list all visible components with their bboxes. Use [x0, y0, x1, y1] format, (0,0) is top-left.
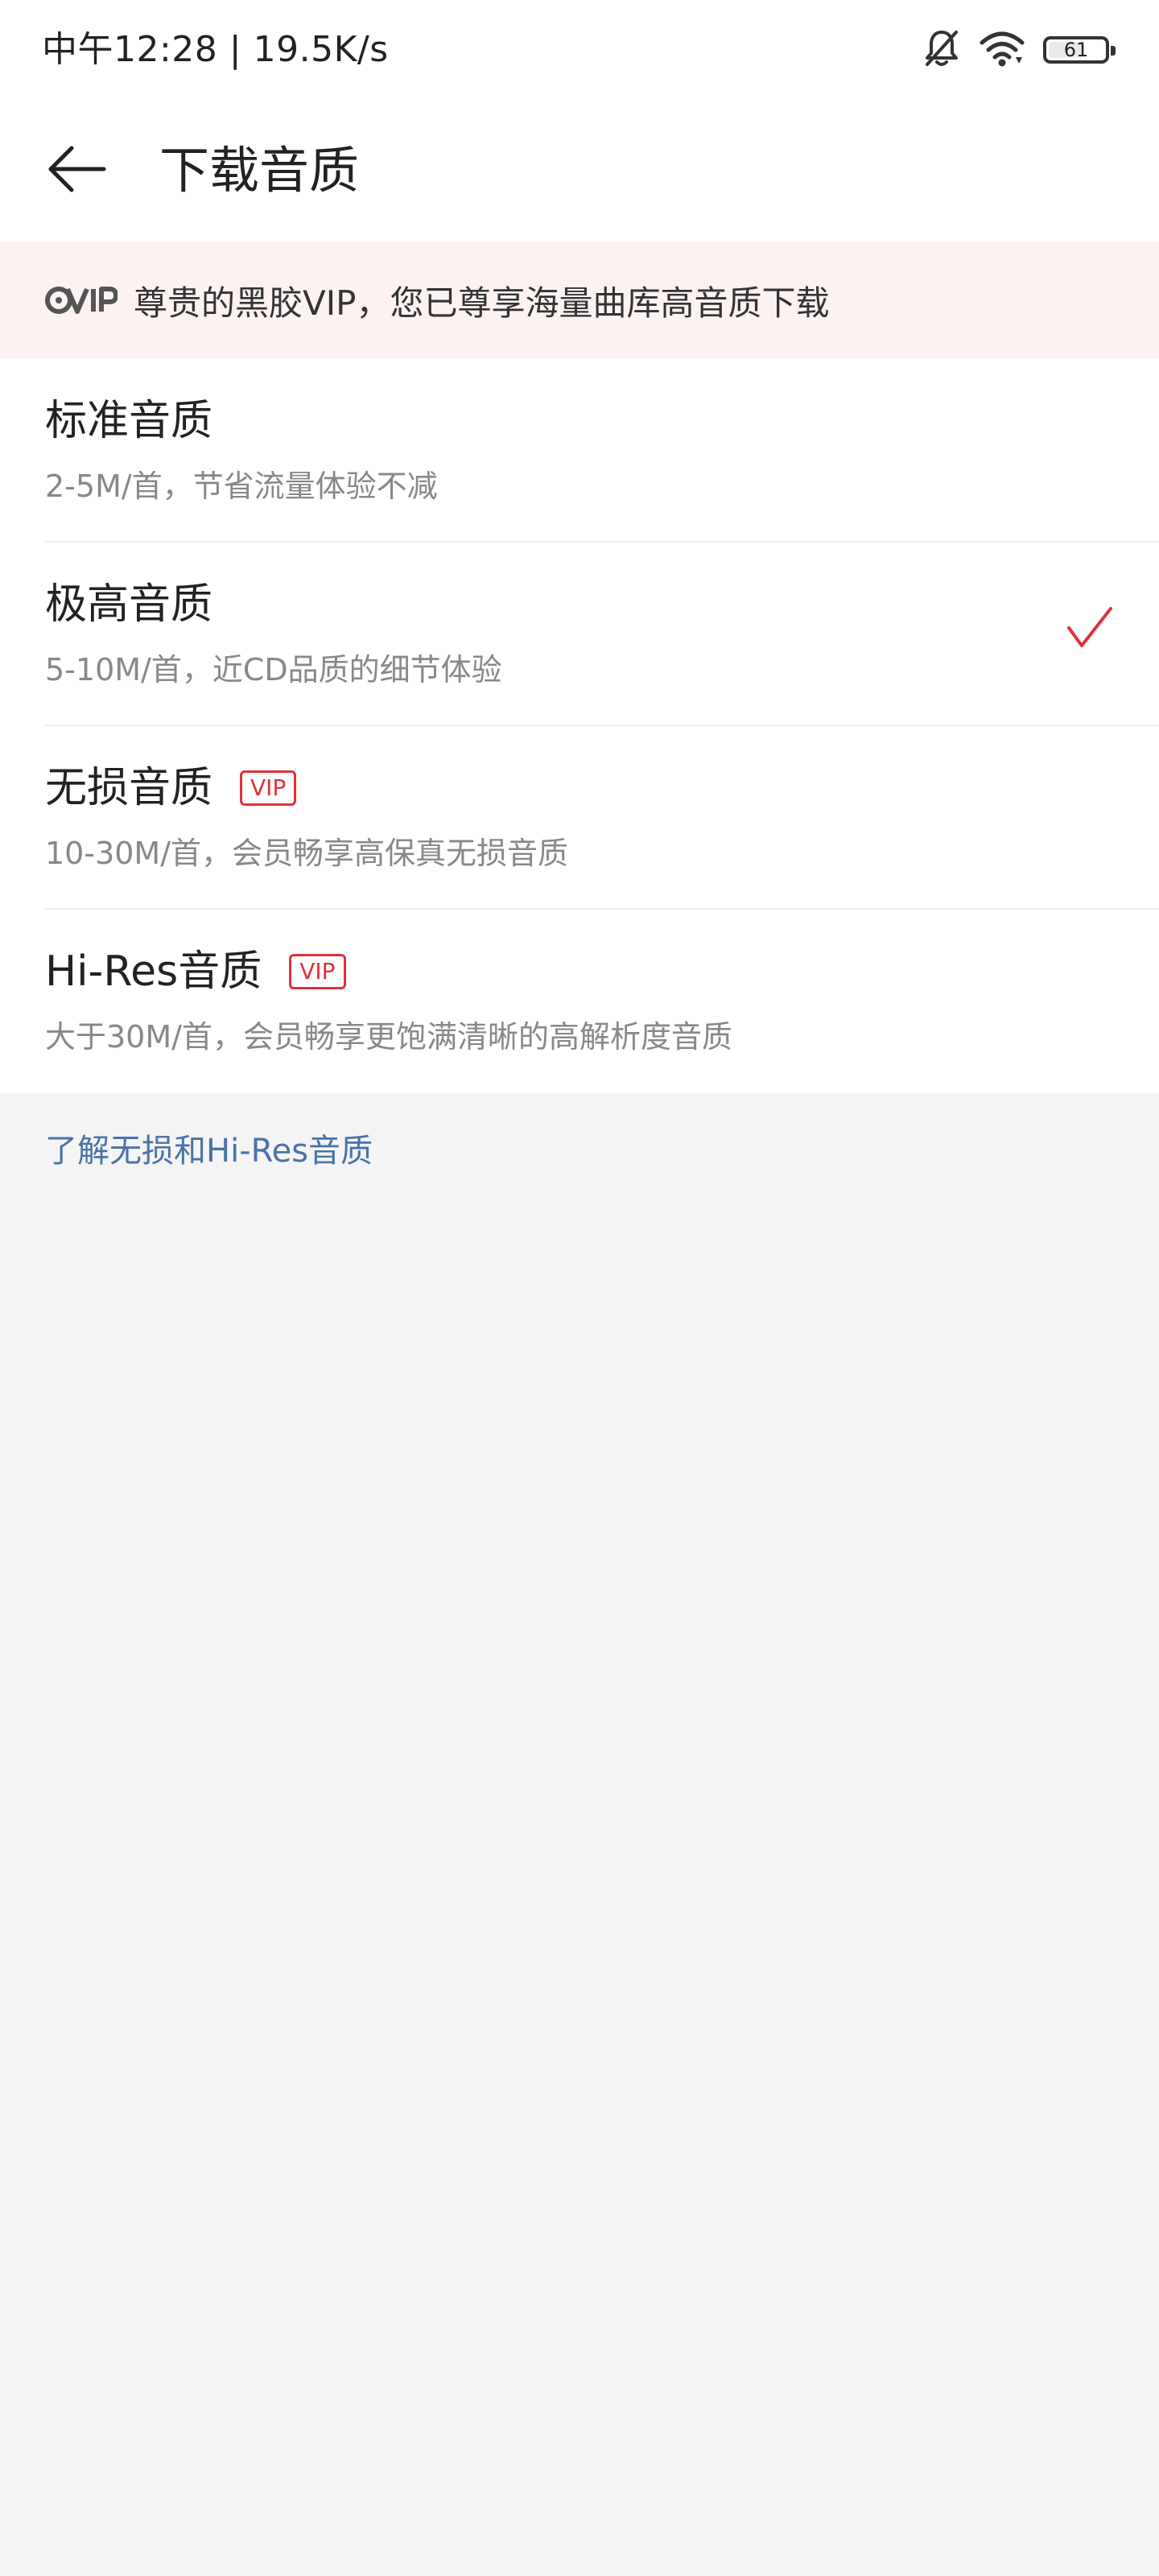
- quality-option-hi-res[interactable]: Hi-Res音质 VIP 大于30M/首，会员畅享更饱满清晰的高解析度音质: [0, 910, 1159, 1093]
- option-desc: 5-10M/首，近CD品质的细节体验: [45, 652, 502, 687]
- quality-option-standard[interactable]: 标准音质 2-5M/首，节省流量体验不减: [0, 359, 1159, 543]
- top-area: 中午12:28 | 19.5K/s 61 下载音质: [0, 0, 1159, 242]
- wifi-icon: [979, 30, 1025, 70]
- vip-logo: [45, 284, 118, 316]
- status-time: 中午12:28 | 19.5K/s: [42, 29, 389, 70]
- page-title: 下载音质: [159, 141, 360, 200]
- vip-badge: VIP: [240, 770, 297, 806]
- option-title: 极高音质: [45, 580, 213, 629]
- vip-badge: VIP: [289, 954, 346, 989]
- option-title: Hi-Res音质: [45, 947, 262, 996]
- learn-more-link[interactable]: 了解无损和Hi-Res音质: [45, 1127, 373, 1175]
- status-icons: 61: [922, 24, 1116, 76]
- check-icon: [1066, 605, 1114, 654]
- option-desc: 大于30M/首，会员畅享更饱满清晰的高解析度音质: [45, 1019, 732, 1055]
- quality-options-list: 标准音质 2-5M/首，节省流量体验不减 极高音质 5-10M/首，近CD品质的…: [0, 359, 1159, 1093]
- arrow-left-icon: [46, 143, 107, 198]
- option-desc: 2-5M/首，节省流量体验不减: [45, 469, 438, 504]
- status-bar: 中午12:28 | 19.5K/s 61: [0, 0, 1159, 100]
- vip-banner: 尊贵的黑胶VIP，您已尊享海量曲库高音质下载: [0, 242, 1159, 359]
- option-title: 标准音质: [45, 397, 213, 445]
- quality-option-very-high[interactable]: 极高音质 5-10M/首，近CD品质的细节体验: [0, 543, 1159, 726]
- battery-level: 61: [1063, 39, 1089, 61]
- quality-option-lossless[interactable]: 无损音质 VIP 10-30M/首，会员畅享高保真无损音质: [0, 726, 1159, 910]
- header: 下载音质: [0, 100, 1159, 242]
- bell-off-icon: [922, 27, 961, 72]
- vip-banner-text: 尊贵的黑胶VIP，您已尊享海量曲库高音质下载: [134, 283, 830, 323]
- option-desc: 10-30M/首，会员畅享高保真无损音质: [45, 836, 569, 871]
- option-title: 无损音质: [45, 764, 213, 812]
- battery-icon: 61: [1043, 36, 1116, 64]
- back-button[interactable]: [40, 140, 113, 201]
